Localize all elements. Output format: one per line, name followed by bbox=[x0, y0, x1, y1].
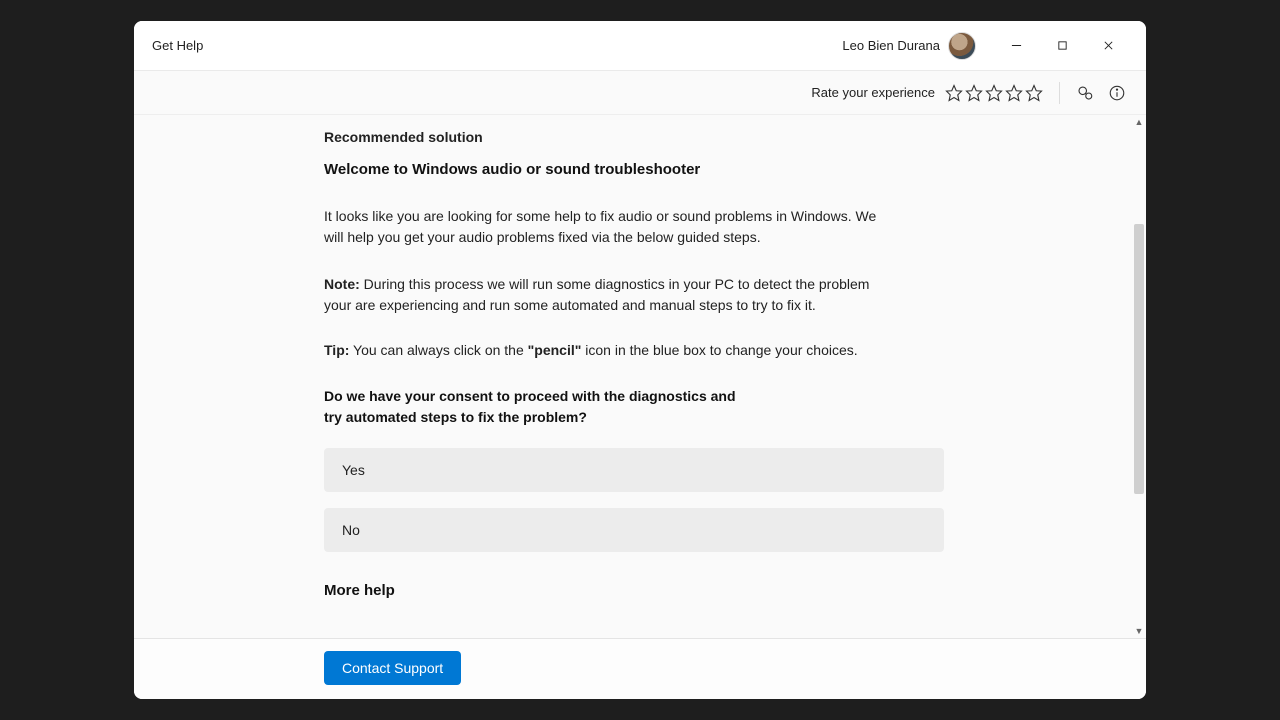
scroll-track[interactable] bbox=[1132, 129, 1146, 624]
section-label: Recommended solution bbox=[324, 129, 944, 145]
note-paragraph: Note: During this process we will run so… bbox=[324, 274, 884, 316]
tip-bold: "pencil" bbox=[528, 342, 582, 358]
intro-paragraph: It looks like you are looking for some h… bbox=[324, 206, 884, 248]
vertical-scrollbar[interactable]: ▲ ▼ bbox=[1132, 115, 1146, 638]
scroll-region[interactable]: Recommended solution Welcome to Windows … bbox=[134, 115, 1146, 638]
info-icon[interactable] bbox=[1104, 80, 1130, 106]
maximize-button[interactable] bbox=[1042, 32, 1082, 60]
more-help-heading: More help bbox=[324, 582, 944, 599]
separator bbox=[1059, 82, 1060, 104]
rating-label: Rate your experience bbox=[811, 85, 935, 100]
close-button[interactable] bbox=[1088, 32, 1128, 60]
option-yes-button[interactable]: Yes bbox=[324, 448, 944, 492]
footer: Contact Support bbox=[134, 638, 1146, 699]
star-icon[interactable] bbox=[985, 84, 1003, 102]
consent-question: Do we have your consent to proceed with … bbox=[324, 386, 754, 428]
title-bar: Get Help Leo Bien Durana bbox=[134, 21, 1146, 71]
star-icon[interactable] bbox=[945, 84, 963, 102]
window-controls bbox=[996, 32, 1128, 60]
tip-paragraph: Tip: You can always click on the "pencil… bbox=[324, 342, 944, 358]
minimize-button[interactable] bbox=[996, 32, 1036, 60]
user-account[interactable]: Leo Bien Durana bbox=[842, 32, 976, 60]
scroll-thumb[interactable] bbox=[1134, 224, 1144, 494]
headline: Welcome to Windows audio or sound troubl… bbox=[324, 161, 944, 178]
rating-bar: Rate your experience bbox=[134, 71, 1146, 115]
user-name: Leo Bien Durana bbox=[842, 38, 940, 53]
star-icon[interactable] bbox=[965, 84, 983, 102]
avatar bbox=[948, 32, 976, 60]
scroll-up-arrow-icon[interactable]: ▲ bbox=[1132, 115, 1146, 129]
star-icon[interactable] bbox=[1025, 84, 1043, 102]
feedback-icon[interactable] bbox=[1072, 80, 1098, 106]
app-window: Get Help Leo Bien Durana Rate your exper… bbox=[134, 21, 1146, 699]
star-icon[interactable] bbox=[1005, 84, 1023, 102]
content-area: Recommended solution Welcome to Windows … bbox=[134, 115, 1146, 638]
contact-support-button[interactable]: Contact Support bbox=[324, 651, 461, 685]
option-no-button[interactable]: No bbox=[324, 508, 944, 552]
rating-stars[interactable] bbox=[945, 84, 1043, 102]
scroll-down-arrow-icon[interactable]: ▼ bbox=[1132, 624, 1146, 638]
tip-label: Tip: bbox=[324, 342, 349, 358]
note-label: Note: bbox=[324, 276, 360, 292]
app-title: Get Help bbox=[152, 38, 203, 53]
note-text: During this process we will run some dia… bbox=[324, 276, 869, 313]
